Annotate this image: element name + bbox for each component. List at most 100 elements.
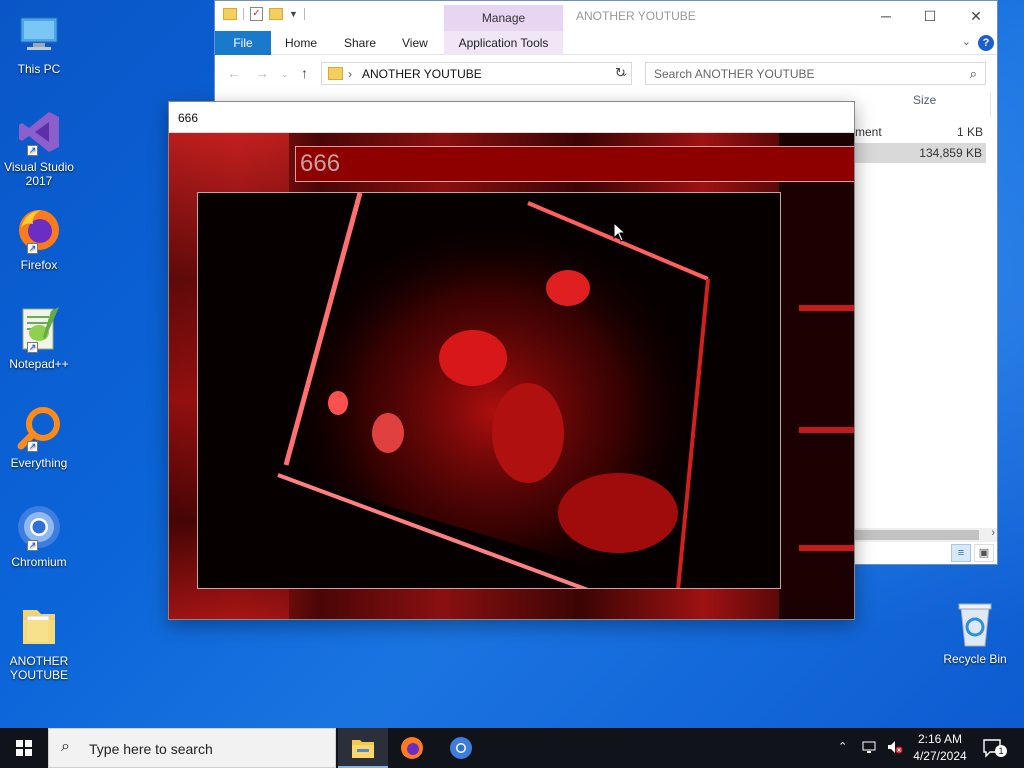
chromium-icon: ↗ <box>15 503 63 551</box>
desktop-icon-label: Recycle Bin <box>943 652 1007 666</box>
column-header-size[interactable]: Size <box>913 93 936 117</box>
tab-home[interactable]: Home <box>285 31 317 55</box>
file-row[interactable]: ment 1 KB <box>855 122 999 142</box>
breadcrumb[interactable]: ANOTHER YOUTUBE <box>362 67 482 81</box>
shortcut-arrow-icon: ↗ <box>27 540 38 551</box>
firefox-icon: ↗ <box>15 206 63 254</box>
up-arrow-icon[interactable]: ↑ <box>301 65 308 81</box>
search-icon: ⌕ <box>61 738 70 755</box>
details-view-icon[interactable]: ≡ <box>951 544 971 562</box>
start-button[interactable] <box>0 728 48 768</box>
quick-access-toolbar: ✓ ▼ <box>223 7 305 21</box>
file-row[interactable]: 134,859 KB <box>855 143 986 163</box>
expand-ribbon-icon[interactable]: ⌄ <box>962 35 971 48</box>
scroll-right-icon[interactable]: › <box>991 527 995 539</box>
windows-logo-icon <box>16 740 32 756</box>
tab-file[interactable]: File <box>215 31 271 55</box>
desktop-icon-label: Visual Studio 2017 <box>4 160 74 188</box>
explorer-search-input[interactable]: Search ANOTHER YOUTUBE ⌕ <box>645 62 986 85</box>
address-bar[interactable]: › ANOTHER YOUTUBE ⌄ <box>321 62 632 85</box>
desktop-icon-label: This PC <box>17 62 61 76</box>
tab-view[interactable]: View <box>402 31 428 55</box>
explorer-titlebar[interactable]: ✓ ▼ Manage ANOTHER YOUTUBE ─ ☐ ✕ <box>215 1 997 31</box>
header-text-field[interactable]: 666 <box>295 146 854 182</box>
file-size: 134,859 KB <box>919 146 982 160</box>
shortcut-arrow-icon: ↗ <box>27 243 38 254</box>
separator <box>303 8 305 20</box>
network-icon[interactable] <box>861 739 879 768</box>
app-titlebar[interactable]: 666 <box>169 102 854 133</box>
horizontal-scrollbar[interactable]: › <box>855 527 997 542</box>
refresh-icon[interactable]: ↻ <box>615 65 626 81</box>
system-clock[interactable]: 2:16 AM 4/27/2024 <box>905 731 975 765</box>
desktop-icon-label: Everything <box>10 456 68 470</box>
file-size: 1 KB <box>956 125 983 139</box>
app-666-window[interactable]: 666 666 <box>168 101 855 620</box>
desktop-icon-notepadpp[interactable]: ↗ Notepad++ <box>2 305 76 371</box>
recycle-bin-icon <box>951 600 999 648</box>
decorative-stripe <box>799 545 854 551</box>
help-icon[interactable]: ? <box>978 35 994 51</box>
tab-application-tools[interactable]: Application Tools <box>444 31 563 55</box>
volume-muted-icon[interactable] <box>886 739 904 768</box>
desktop-icon-visual-studio[interactable]: ↗ Visual Studio 2017 <box>2 108 76 188</box>
desktop-icon-this-pc[interactable]: This PC <box>2 10 76 76</box>
video-player[interactable] <box>197 192 781 589</box>
close-icon[interactable]: ✕ <box>953 1 999 31</box>
properties-icon[interactable]: ✓ <box>250 7 263 21</box>
file-explorer-icon <box>352 740 374 758</box>
notification-count-badge: 1 <box>995 745 1007 757</box>
visual-studio-icon: ↗ <box>15 108 63 156</box>
forward-arrow-icon[interactable]: → <box>255 65 269 81</box>
search-placeholder: Search ANOTHER YOUTUBE <box>654 67 815 81</box>
desktop-icon-label: Firefox <box>20 258 58 272</box>
large-icons-view-icon[interactable]: ▣ <box>974 544 994 562</box>
desktop-icon-label: Notepad++ <box>9 357 69 371</box>
everything-search-icon: ↗ <box>15 404 63 452</box>
app-content: 666 <box>169 133 854 619</box>
maximize-icon[interactable]: ☐ <box>907 1 953 31</box>
recent-locations-icon[interactable]: ⌄ <box>281 69 289 80</box>
shortcut-arrow-icon: ↗ <box>27 441 38 452</box>
desktop-icon-recycle-bin[interactable]: Recycle Bin <box>938 600 1012 666</box>
computer-icon <box>15 10 63 58</box>
desktop-icon-everything[interactable]: ↗ Everything <box>2 404 76 470</box>
decorative-stripe <box>799 305 854 311</box>
taskbar: ⌕ Type here to search ⌃ 2:16 AM 4/27/202… <box>0 728 1024 768</box>
taskbar-file-explorer[interactable] <box>338 728 388 768</box>
search-icon[interactable]: ⌕ <box>970 66 977 82</box>
manage-contextual-tab[interactable]: Manage <box>444 5 563 31</box>
separator <box>243 8 244 20</box>
new-folder-icon[interactable] <box>269 8 283 20</box>
minimize-icon[interactable]: ─ <box>863 1 909 31</box>
decorative-stripe <box>799 427 854 433</box>
show-hidden-icons[interactable]: ⌃ <box>838 740 847 768</box>
clock-date: 4/27/2024 <box>913 749 967 763</box>
desktop-icon-label: Chromium <box>11 555 67 569</box>
video-frame-image <box>198 193 780 588</box>
explorer-window-title: ANOTHER YOUTUBE <box>576 9 696 23</box>
desktop-icon-label: ANOTHER YOUTUBE <box>9 654 69 682</box>
taskbar-search-input[interactable]: ⌕ Type here to search <box>48 728 336 768</box>
taskbar-chromium[interactable] <box>436 728 486 768</box>
back-arrow-icon[interactable]: ← <box>227 65 241 81</box>
customize-qat-icon[interactable]: ▼ <box>289 9 298 19</box>
folder-icon <box>328 67 343 80</box>
desktop-icon-another-youtube[interactable]: ANOTHER YOUTUBE <box>2 602 76 682</box>
notepadpp-icon: ↗ <box>15 305 63 353</box>
scrollbar-thumb[interactable] <box>855 530 979 540</box>
taskbar-firefox[interactable] <box>387 728 437 768</box>
shortcut-arrow-icon: ↗ <box>27 342 38 353</box>
mouse-cursor <box>613 221 627 245</box>
desktop-icon-chromium[interactable]: ↗ Chromium <box>2 503 76 569</box>
address-row: ← → ⌄ ↑ › ANOTHER YOUTUBE ⌄ ↻ Search ANO… <box>215 55 997 91</box>
chromium-icon <box>450 737 472 759</box>
breadcrumb-chevron-icon[interactable]: › <box>348 67 352 81</box>
shortcut-arrow-icon: ↗ <box>27 145 38 156</box>
ribbon-tabs: File Home Share View Application Tools ⌄… <box>215 31 997 55</box>
folder-icon[interactable] <box>223 8 237 20</box>
action-center-button[interactable]: 1 <box>982 738 1007 758</box>
tab-share[interactable]: Share <box>344 31 376 55</box>
desktop-icon-firefox[interactable]: ↗ Firefox <box>2 206 76 272</box>
file-type: ment <box>855 125 882 139</box>
